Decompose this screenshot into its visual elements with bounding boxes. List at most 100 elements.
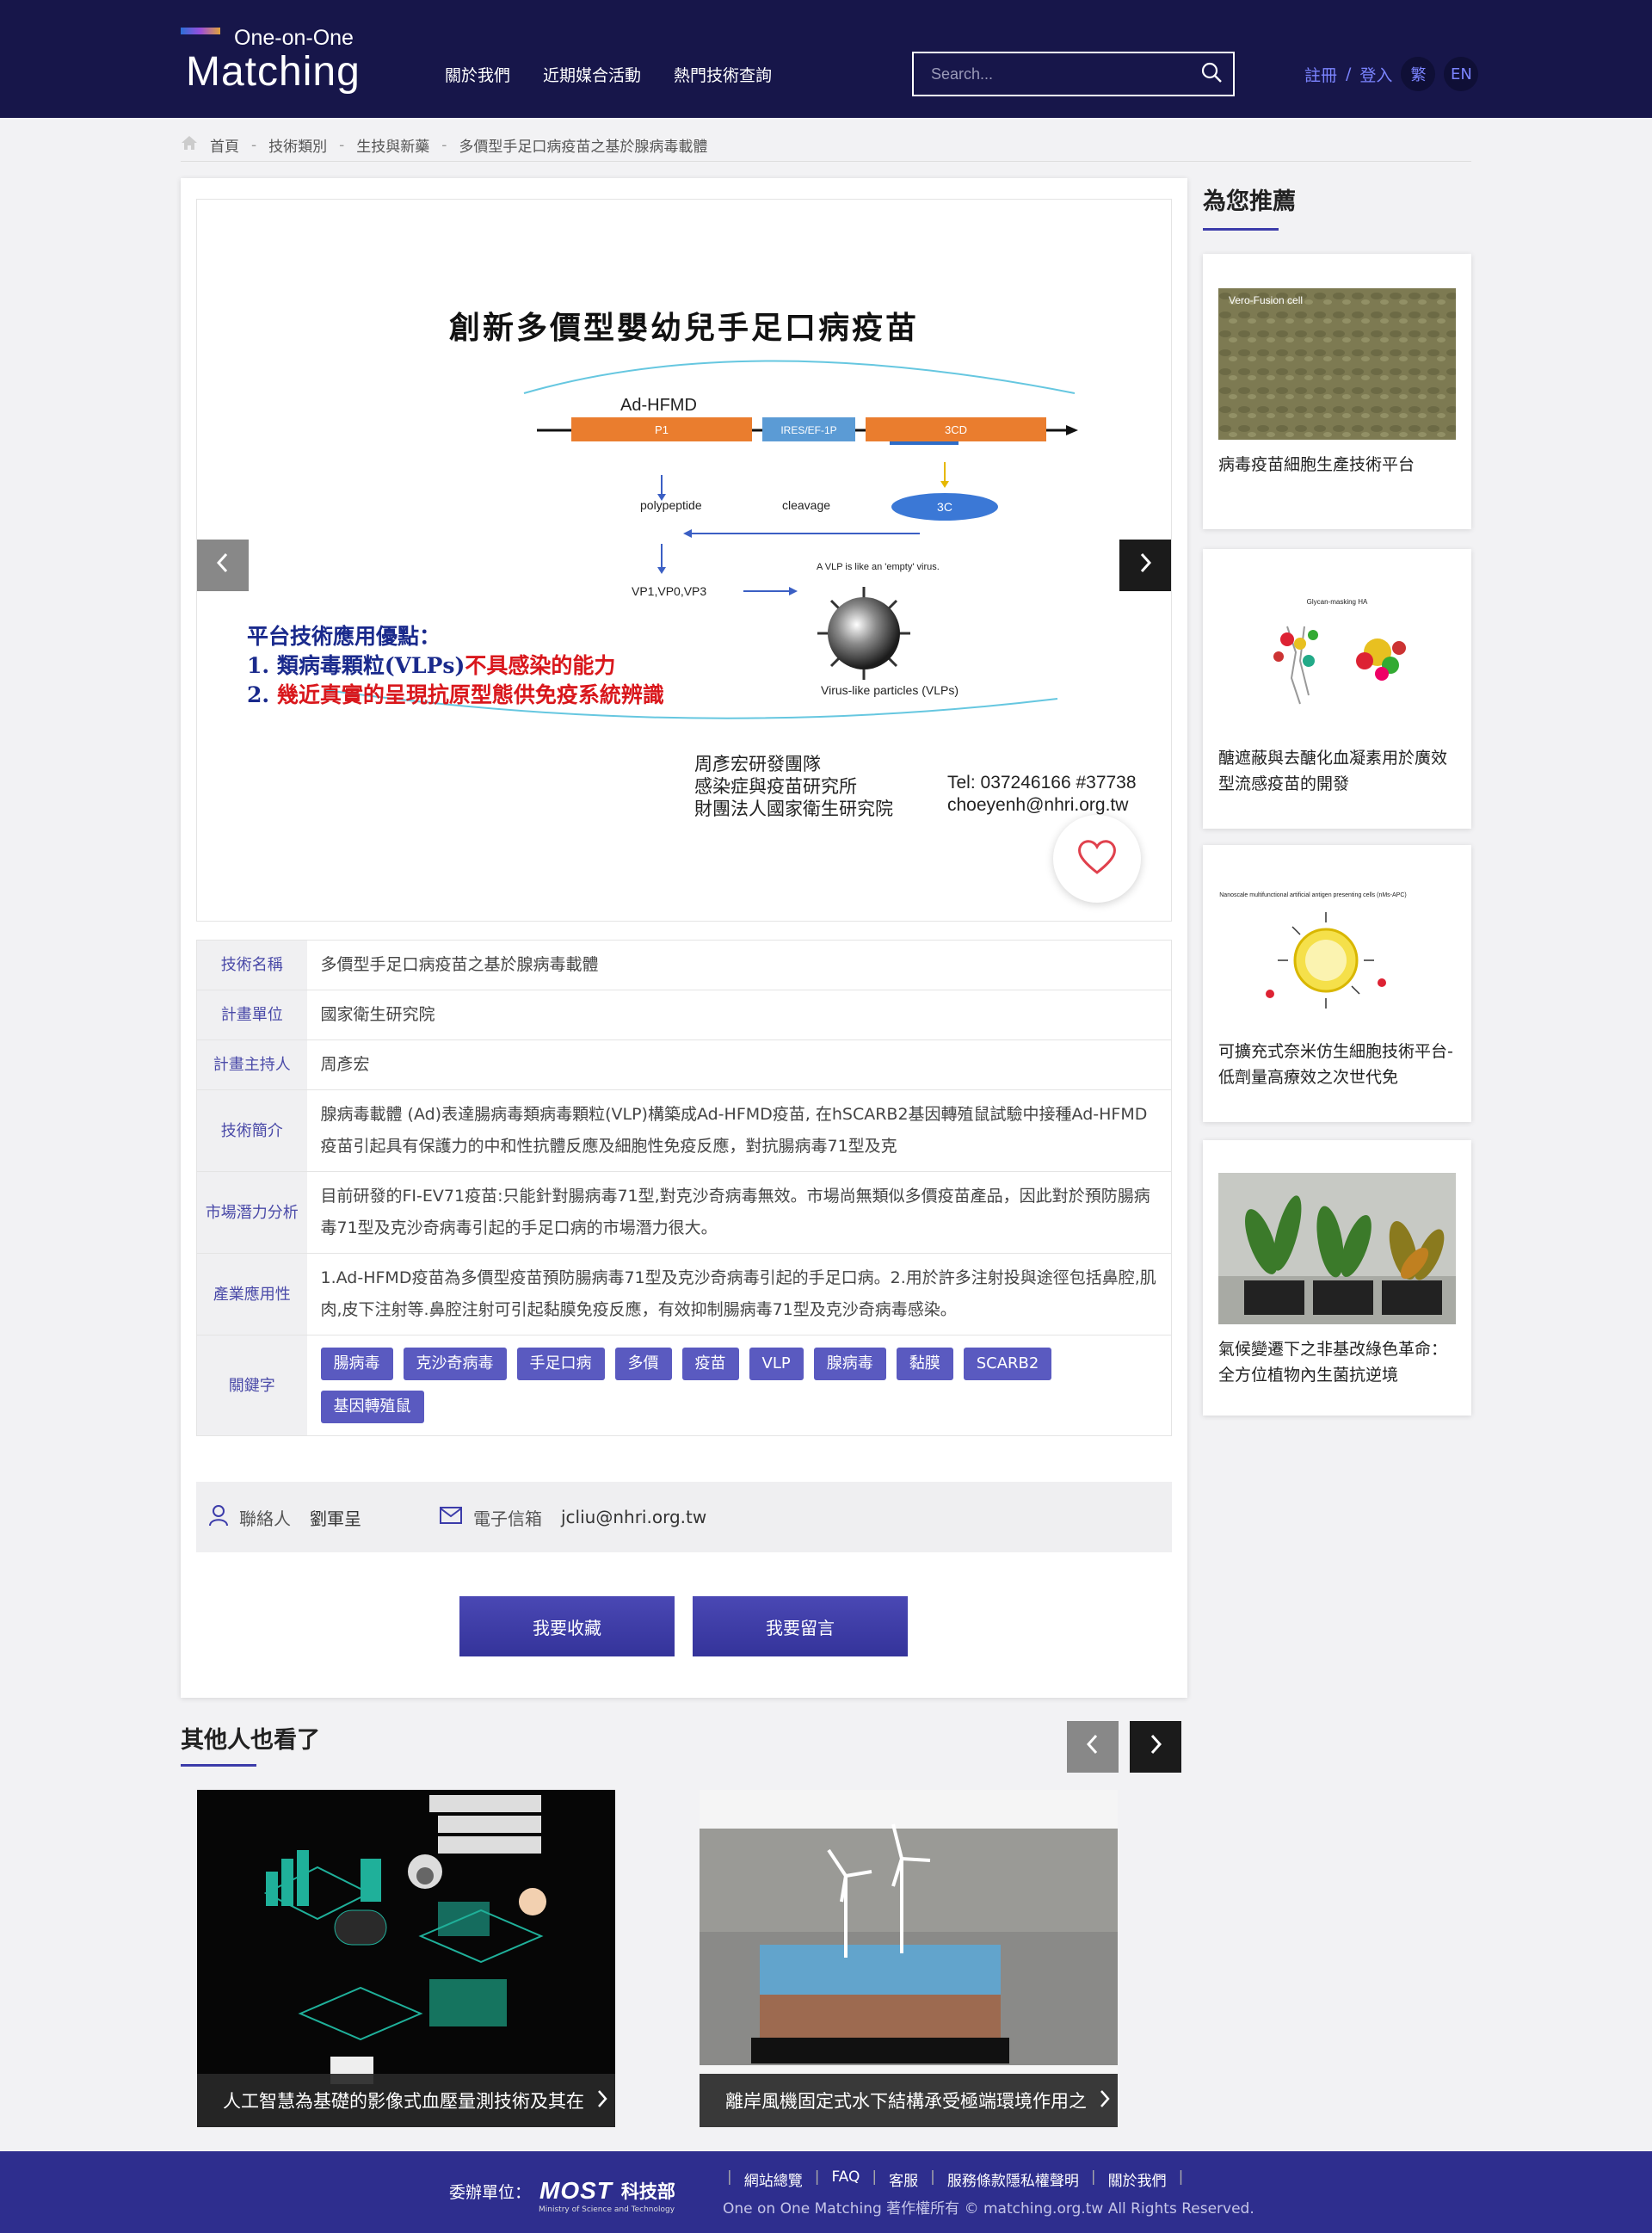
recommend-card[interactable]: 氣候變遷下之非基改綠色革命：全方位植物內生菌抗逆境 [1203,1140,1471,1416]
footer-links: | 網站總覽 | FAQ | 客服 | 服務條款隱私權聲明 | 關於我們 | [727,2168,1184,2190]
info-value: 國家衛生研究院 [306,990,1172,1040]
info-label: 計畫單位 [196,990,307,1040]
recommend-card[interactable]: Vero-Fusion cell 病毒疫苗細胞生產技術平台 [1203,254,1471,529]
recommend-title: 為您推薦 [1203,188,1296,215]
most-logo-cn: 科技部 [620,2181,675,2202]
keyword-tag[interactable]: 克沙奇病毒 [403,1348,507,1380]
collect-button[interactable]: 我要收藏 [459,1596,675,1656]
account-divider: / [1346,65,1352,83]
contact-bar: 聯絡人 劉軍呈 電子信箱 jcliu@nhri.org.tw [196,1482,1172,1552]
contact-email-label: 電子信箱 [473,1508,542,1529]
recommend-image: Glycan-masking HA [1218,592,1456,743]
breadcrumb-current: 多價型手足口病疫苗之基於腺病毒載體 [459,139,708,156]
vlp-particle [817,587,910,680]
nav-events[interactable]: 近期媒合活動 [543,63,641,86]
others-prev-button[interactable] [1067,1721,1119,1773]
breadcrumb-subcategory[interactable]: 生技與新藥 [356,134,429,156]
keyword-tag[interactable]: 疫苗 [681,1348,739,1380]
nav-about[interactable]: 關於我們 [445,63,510,86]
search-icon[interactable] [1200,61,1223,87]
logo-top-text: One-on-One [234,26,354,50]
others-next-button[interactable] [1130,1721,1181,1773]
label-vlp-note: A VLP is like an 'empty' virus. [817,562,940,572]
team-line-3: 財團法人國家衛生研究院 [694,799,893,819]
info-row-application: 產業應用性 1.Ad-HFMD疫苗為多價型疫苗預防腸病毒71型及克沙奇病毒引起的… [196,1253,1172,1335]
home-icon[interactable] [181,135,198,155]
info-row-keywords: 關鍵字 腸病毒 克沙奇病毒 手足口病 多價 疫苗 VLP 腺病毒 黏膜 SCAR… [196,1335,1172,1436]
contact-email-value[interactable]: jcliu@nhri.org.tw [561,1507,706,1527]
others-card[interactable]: 離岸風機固定式水下結構承受極端環境作用之 [700,1790,1118,2127]
recommend-card[interactable]: Glycan-masking HA 醣遮蔽與去醣化血凝素用於廣效型流感疫苗的開發 [1203,549,1471,829]
benefit-1-red: 不具感染的能力 [465,653,616,678]
others-title-underline [181,1764,256,1767]
contact-person: 聯絡人 劉軍呈 [208,1504,361,1531]
lang-en-button[interactable]: EN [1444,57,1479,91]
keyword-tag[interactable]: 腸病毒 [320,1348,393,1380]
others-card-title: 離岸風機固定式水下結構承受極端環境作用之 [725,2091,1087,2112]
favorite-button[interactable] [1053,815,1141,903]
footer-copyright: One on One Matching 著作權所有 © matching.org… [723,2200,1254,2218]
info-label: 技術名稱 [196,940,307,990]
login-link[interactable]: 登入 [1359,63,1392,86]
search-box [912,52,1235,96]
info-label: 市場潛力分析 [196,1171,307,1254]
recommend-image-label: Nanoscale multifunctional artificial ant… [1219,892,1407,898]
segment-p1: P1 [655,423,669,436]
benefit-1-number: 1. [247,653,270,678]
image-slider: 創新多價型嬰幼兒手足口病疫苗 Ad-HFMD P1 IRES/EF-1P 3CD… [196,199,1172,922]
footer-link-about[interactable]: 關於我們 [1108,2168,1167,2190]
info-label: 技術簡介 [196,1089,307,1172]
benefit-item-1: 1. 類病毒顆粒(VLPs)不具感染的能力 [247,649,615,680]
others-card[interactable]: 人工智慧為基礎的影像式血壓量測技術及其在 [197,1790,615,2127]
logo-main-text: Matching [186,49,361,95]
breadcrumb-separator: - [251,136,257,154]
tech-info-table: 技術名稱 多價型手足口病疫苗之基於腺病毒載體 計畫單位 國家衛生研究院 計畫主持… [196,940,1172,1436]
message-button[interactable]: 我要留言 [693,1596,908,1656]
chevron-right-icon [1137,551,1154,581]
breadcrumb-separator: - [441,136,447,154]
footer-link-support[interactable]: 客服 [889,2168,918,2190]
footer-link-sitemap[interactable]: 網站總覽 [744,2168,803,2190]
slider-prev-button[interactable] [197,540,249,591]
account-links: 註冊 / 登入 繁 EN [1304,57,1479,91]
label-3c: 3C [937,500,952,514]
nav-popular-tech[interactable]: 熱門技術查詢 [674,63,772,86]
tech-detail-card: 創新多價型嬰幼兒手足口病疫苗 Ad-HFMD P1 IRES/EF-1P 3CD… [181,178,1187,1698]
site-header: One-on-One Matching 關於我們 近期媒合活動 熱門技術查詢 註… [0,0,1652,118]
footer-link-faq[interactable]: FAQ [831,2168,860,2190]
keyword-tag[interactable]: 基因轉殖鼠 [320,1391,424,1423]
keyword-tag[interactable]: 手足口病 [516,1348,605,1380]
info-value: 多價型手足口病疫苗之基於腺病毒載體 [306,940,1172,990]
keyword-tag[interactable]: 多價 [614,1348,672,1380]
chevron-right-icon [596,2089,608,2113]
keyword-tag[interactable]: 黏膜 [896,1348,953,1380]
info-row-market: 市場潛力分析 目前研發的FI-EV71疫苗:只能針對腸病毒71型,對克沙奇病毒無… [196,1171,1172,1254]
main-nav: 關於我們 近期媒合活動 熱門技術查詢 [445,63,772,86]
search-input[interactable] [931,65,1200,83]
info-row-summary: 技術簡介 腺病毒載體 (Ad)表達腸病毒類病毒顆粒(VLP)構築成Ad-HFMD… [196,1089,1172,1172]
breadcrumb-category[interactable]: 技術類別 [268,134,327,156]
register-link[interactable]: 註冊 [1304,63,1337,86]
footer-organizer: 委辦單位： MOST 科技部 Ministry of Science and T… [449,2177,675,2214]
keyword-tag[interactable]: SCARB2 [963,1348,1052,1380]
construct-label: Ad-HFMD [620,396,697,415]
info-value: 腺病毒載體 (Ad)表達腸病毒類病毒顆粒(VLP)構築成Ad-HFMD疫苗, 在… [306,1089,1172,1172]
heart-icon [1076,838,1118,879]
user-icon [208,1504,229,1531]
lang-tw-button[interactable]: 繁 [1401,57,1436,91]
recommend-card[interactable]: Nanoscale multifunctional artificial ant… [1203,845,1471,1122]
most-logo-en: Ministry of Science and Technology [539,2205,675,2214]
slide-tel: Tel: 037246166 #37738 [947,773,1137,793]
recommend-image: Nanoscale multifunctional artificial ant… [1218,886,1456,1038]
benefit-item-2: 2. 幾近真實的呈現抗原型態供免疫系統辨識 [247,678,664,709]
breadcrumb-separator: - [339,136,345,154]
contact-email: 電子信箱 jcliu@nhri.org.tw [439,1505,706,1530]
keyword-tag[interactable]: 腺病毒 [813,1348,886,1380]
logo-color-bar [181,28,220,34]
slider-next-button[interactable] [1119,540,1171,591]
footer-link-terms[interactable]: 服務條款隱私權聲明 [947,2168,1079,2190]
info-row-pi: 計畫主持人 周彥宏 [196,1039,1172,1090]
footer-org-label: 委辦單位： [449,2182,532,2202]
breadcrumb-home[interactable]: 首頁 [210,134,239,156]
keyword-tag[interactable]: VLP [749,1348,804,1380]
